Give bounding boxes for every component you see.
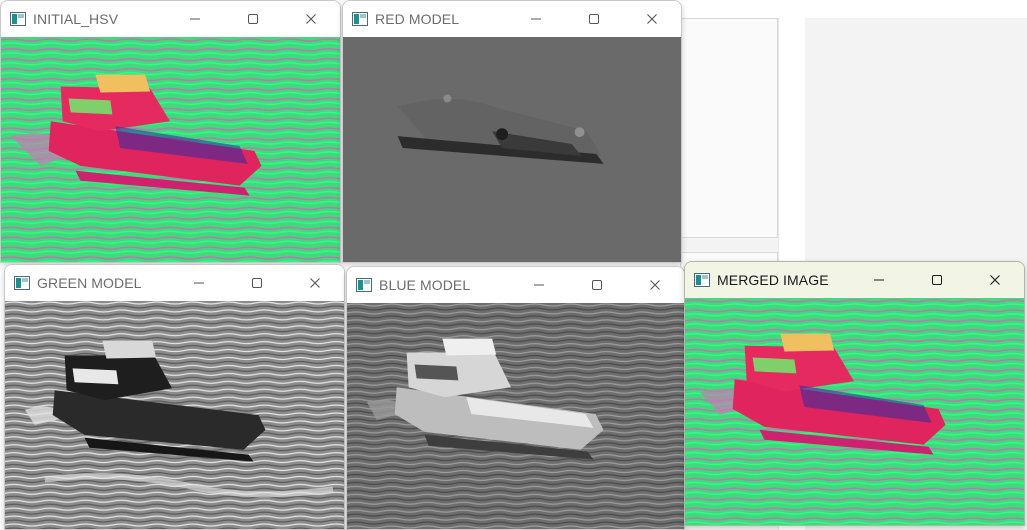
app-icon [352, 12, 368, 26]
maximize-button[interactable] [908, 262, 966, 298]
maximize-icon [592, 280, 602, 290]
close-button[interactable] [623, 1, 681, 37]
close-icon [647, 14, 657, 24]
maximize-icon [589, 14, 599, 24]
close-button[interactable] [966, 262, 1024, 298]
app-icon [10, 12, 26, 26]
maximize-button[interactable] [224, 1, 282, 37]
minimize-button[interactable] [507, 1, 565, 37]
app-icon [694, 273, 710, 287]
close-button[interactable] [286, 265, 344, 301]
minimize-icon [534, 284, 544, 286]
minimize-icon [874, 279, 884, 281]
minimize-button[interactable] [170, 265, 228, 301]
minimize-icon [194, 282, 204, 284]
window-title: RED MODEL [375, 11, 460, 27]
window-green-model[interactable]: GREEN MODEL [4, 264, 345, 530]
window-red-model[interactable]: RED MODEL [342, 0, 682, 263]
window-title: BLUE MODEL [379, 277, 471, 293]
maximize-icon [932, 275, 942, 285]
window-merged-image[interactable]: MERGED IMAGE [684, 261, 1025, 526]
close-button[interactable] [626, 267, 684, 303]
window-title: GREEN MODEL [37, 275, 142, 291]
image-initial-hsv [1, 37, 340, 262]
minimize-button[interactable] [510, 267, 568, 303]
close-icon [310, 278, 320, 288]
titlebar[interactable]: GREEN MODEL [5, 265, 344, 301]
maximize-button[interactable] [568, 267, 626, 303]
image-green-model [5, 301, 344, 529]
close-button[interactable] [282, 1, 340, 37]
image-blue-model [347, 303, 684, 529]
app-icon [356, 278, 372, 292]
app-icon [14, 276, 30, 290]
minimize-icon [531, 18, 541, 20]
image-red-model [343, 37, 681, 262]
minimize-icon [190, 18, 200, 20]
close-icon [650, 280, 660, 290]
window-initial-hsv[interactable]: INITIAL_HSV [0, 0, 341, 263]
minimize-button[interactable] [166, 1, 224, 37]
minimize-button[interactable] [850, 262, 908, 298]
background-app-topbar [680, 0, 1027, 18]
titlebar[interactable]: INITIAL_HSV [1, 1, 340, 37]
close-icon [990, 275, 1000, 285]
titlebar[interactable]: MERGED IMAGE [685, 262, 1024, 298]
maximize-button[interactable] [228, 265, 286, 301]
maximize-icon [248, 14, 258, 24]
titlebar[interactable]: RED MODEL [343, 1, 681, 37]
maximize-icon [252, 278, 262, 288]
titlebar[interactable]: BLUE MODEL [347, 267, 684, 303]
window-title: MERGED IMAGE [717, 272, 829, 288]
maximize-button[interactable] [565, 1, 623, 37]
background-app-pane [680, 18, 778, 238]
close-icon [306, 14, 316, 24]
window-blue-model[interactable]: BLUE MODEL [346, 266, 685, 530]
window-title: INITIAL_HSV [33, 11, 119, 27]
image-merged [685, 298, 1024, 525]
